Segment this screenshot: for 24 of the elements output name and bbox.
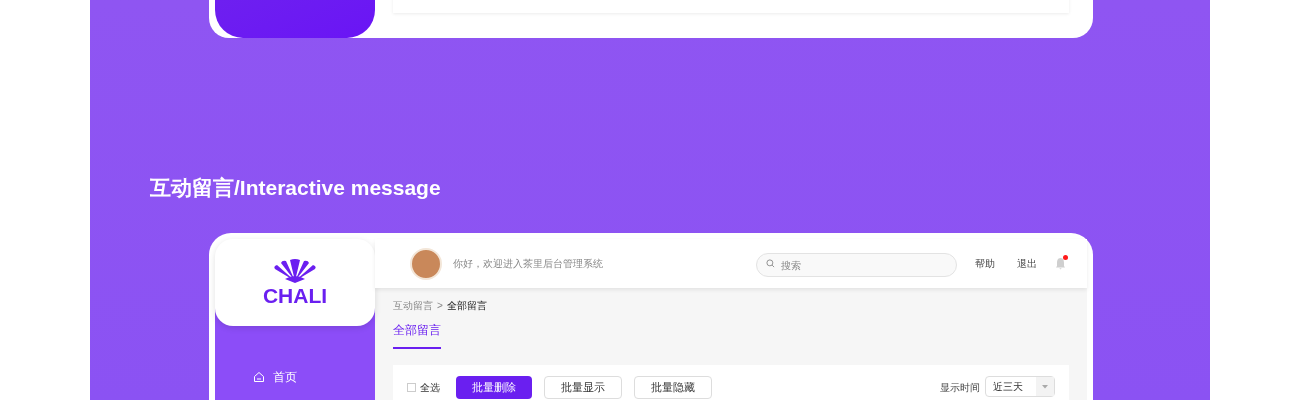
breadcrumb-separator: >: [437, 299, 443, 313]
page-tab[interactable]: 全部留言: [393, 321, 441, 349]
caret-icon: [1042, 384, 1048, 389]
home-icon: [253, 371, 265, 383]
breadcrumb-item: 全部留言: [446, 299, 487, 313]
header-link[interactable]: 帮助: [975, 256, 995, 271]
time-filter-label: 显示时间: [940, 381, 980, 395]
fan-logo-icon: [271, 259, 319, 283]
sidebar-item-label: 首页: [273, 369, 297, 386]
header-link[interactable]: 退出: [1017, 256, 1037, 271]
greeting-text: 你好，欢迎进入茶里后台管理系统: [453, 257, 603, 271]
breadcrumb-item[interactable]: 互动留言: [393, 298, 433, 313]
time-filter-dropdown[interactable]: 近三天: [985, 376, 1055, 397]
sidebar-item[interactable]: 首页: [253, 368, 375, 386]
select-all-checkbox[interactable]: 全选: [407, 376, 440, 399]
search-icon: [766, 259, 775, 268]
batch-button[interactable]: 批量显示: [544, 376, 622, 399]
bell-icon[interactable]: [1055, 256, 1066, 270]
batch-button[interactable]: 批量删除: [456, 376, 532, 399]
avatar-photo-placeholder: [410, 247, 442, 280]
section-title: 互动留言/Interactive message: [150, 175, 441, 202]
search-field[interactable]: 搜索: [756, 253, 957, 277]
logo-text: CHALI: [262, 285, 328, 306]
batch-button[interactable]: 批量隐藏: [634, 376, 712, 399]
